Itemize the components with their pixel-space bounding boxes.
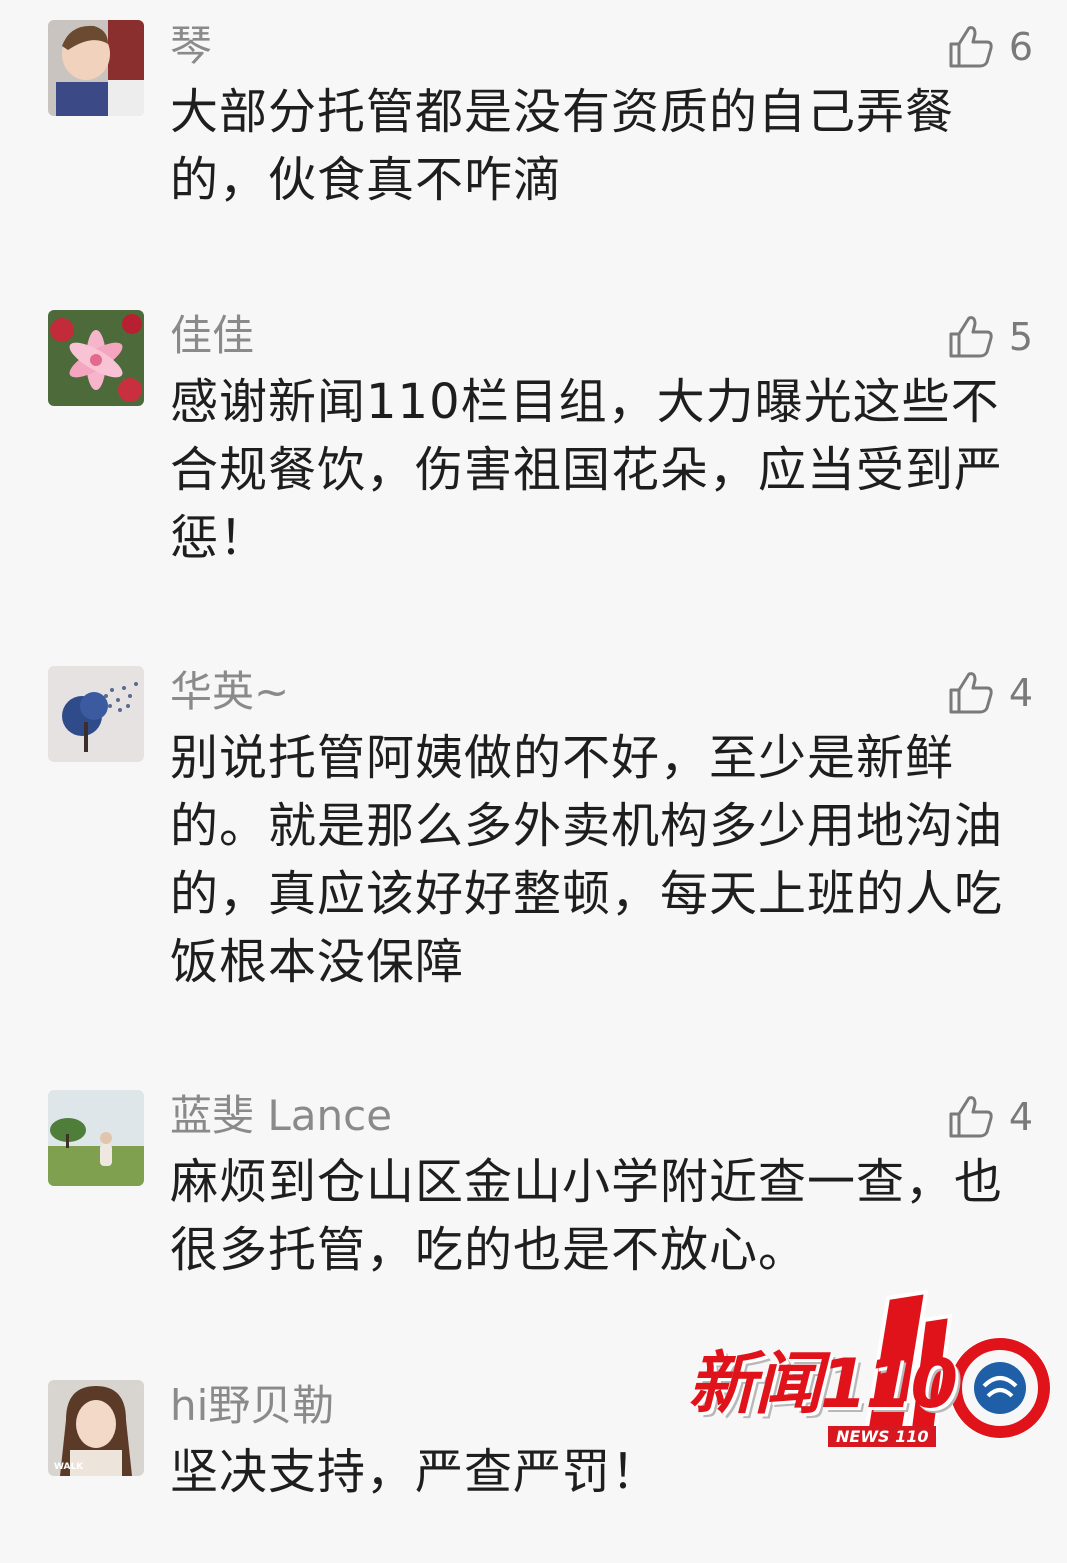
thumbs-up-icon <box>949 1096 993 1138</box>
comment-line: 大部分托管都是没有资质的自己弄餐 <box>170 84 955 140</box>
comment-author[interactable]: 佳佳 <box>170 310 254 362</box>
comment-item: 琴 6 大部分托管都是没有资质的自己弄餐 的，伙食真不咋滴 <box>0 20 1067 220</box>
child-field-avatar <box>48 1090 144 1186</box>
like-count: 6 <box>1008 25 1033 69</box>
comment-line: 饭根本没保障 <box>170 934 465 990</box>
avatar[interactable] <box>48 20 144 116</box>
comment-author[interactable]: 琴 <box>170 20 212 72</box>
comment-line: 很多托管，吃的也是不放心。 <box>170 1222 808 1278</box>
avatar-caption: WALK <box>54 1462 84 1472</box>
avatar[interactable] <box>48 666 144 762</box>
like-button[interactable]: 5 <box>947 312 1033 362</box>
comment-item: 华英~ 4 别说托管阿姨做的不好，至少是新鲜 的。就是那么多外卖机构多少用地沟油… <box>0 666 1067 996</box>
comment-line: 麻烦到仓山区金山小学附近查一查，也 <box>170 1154 1004 1210</box>
tree-birds-avatar <box>48 666 144 762</box>
comment-author[interactable]: 蓝斐 Lance <box>170 1090 392 1142</box>
comment-line: 别说托管阿姨做的不好，至少是新鲜 <box>170 730 955 786</box>
comment-line: 合规餐饮，伤害祖国花朵，应当受到严 <box>170 442 1004 498</box>
like-count: 4 <box>1008 671 1033 715</box>
like-count: 4 <box>1008 1095 1033 1139</box>
avatar[interactable] <box>48 310 144 406</box>
comment-text: 感谢新闻110栏目组，大力曝光这些不 合规餐饮，伤害祖国花朵，应当受到严 惩！ <box>170 368 1030 572</box>
comment-text: 麻烦到仓山区金山小学附近查一查，也 很多托管，吃的也是不放心。 <box>170 1148 1030 1284</box>
comment-item: 佳佳 5 感谢新闻110栏目组，大力曝光这些不 合规餐饮，伤害祖国花朵，应当受到… <box>0 310 1067 570</box>
comment-text: 大部分托管都是没有资质的自己弄餐 的，伙食真不咋滴 <box>170 78 1030 214</box>
like-button[interactable]: 6 <box>947 22 1033 72</box>
comment-line: 惩！ <box>170 510 269 566</box>
comment-line: 的。就是那么多外卖机构多少用地沟油 <box>170 798 1004 854</box>
like-count: 5 <box>1008 315 1033 359</box>
lily-flower-avatar <box>48 310 144 406</box>
boy-photo-avatar <box>48 20 144 116</box>
avatar[interactable]: WALK <box>48 1380 144 1476</box>
comment-author[interactable]: hi野贝勒 <box>170 1380 334 1432</box>
like-button[interactable]: 4 <box>947 668 1033 718</box>
logo-subtitle: NEWS 110 <box>828 1426 937 1447</box>
thumbs-up-icon <box>949 672 993 714</box>
comment-line: 的，伙食真不咋滴 <box>170 152 563 208</box>
comment-text: 别说托管阿姨做的不好，至少是新鲜 的。就是那么多外卖机构多少用地沟油 的，真应该… <box>170 724 1030 996</box>
comment-line: 感谢新闻110栏目组，大力曝光这些不 <box>170 374 1000 430</box>
comment-line: 的，真应该好好整顿，每天上班的人吃 <box>170 866 1004 922</box>
thumbs-up-icon <box>949 316 993 358</box>
news110-logo: 新闻110 NEWS 110 <box>688 1290 1058 1460</box>
comment-author[interactable]: 华英~ <box>170 666 289 718</box>
avatar[interactable] <box>48 1090 144 1186</box>
thumbs-up-icon <box>949 26 993 68</box>
comment-item: 蓝斐 Lance 4 麻烦到仓山区金山小学附近查一查，也 很多托管，吃的也是不放… <box>0 1090 1067 1290</box>
like-button[interactable]: 4 <box>947 1092 1033 1142</box>
logo-title: 新闻110 <box>688 1345 958 1424</box>
